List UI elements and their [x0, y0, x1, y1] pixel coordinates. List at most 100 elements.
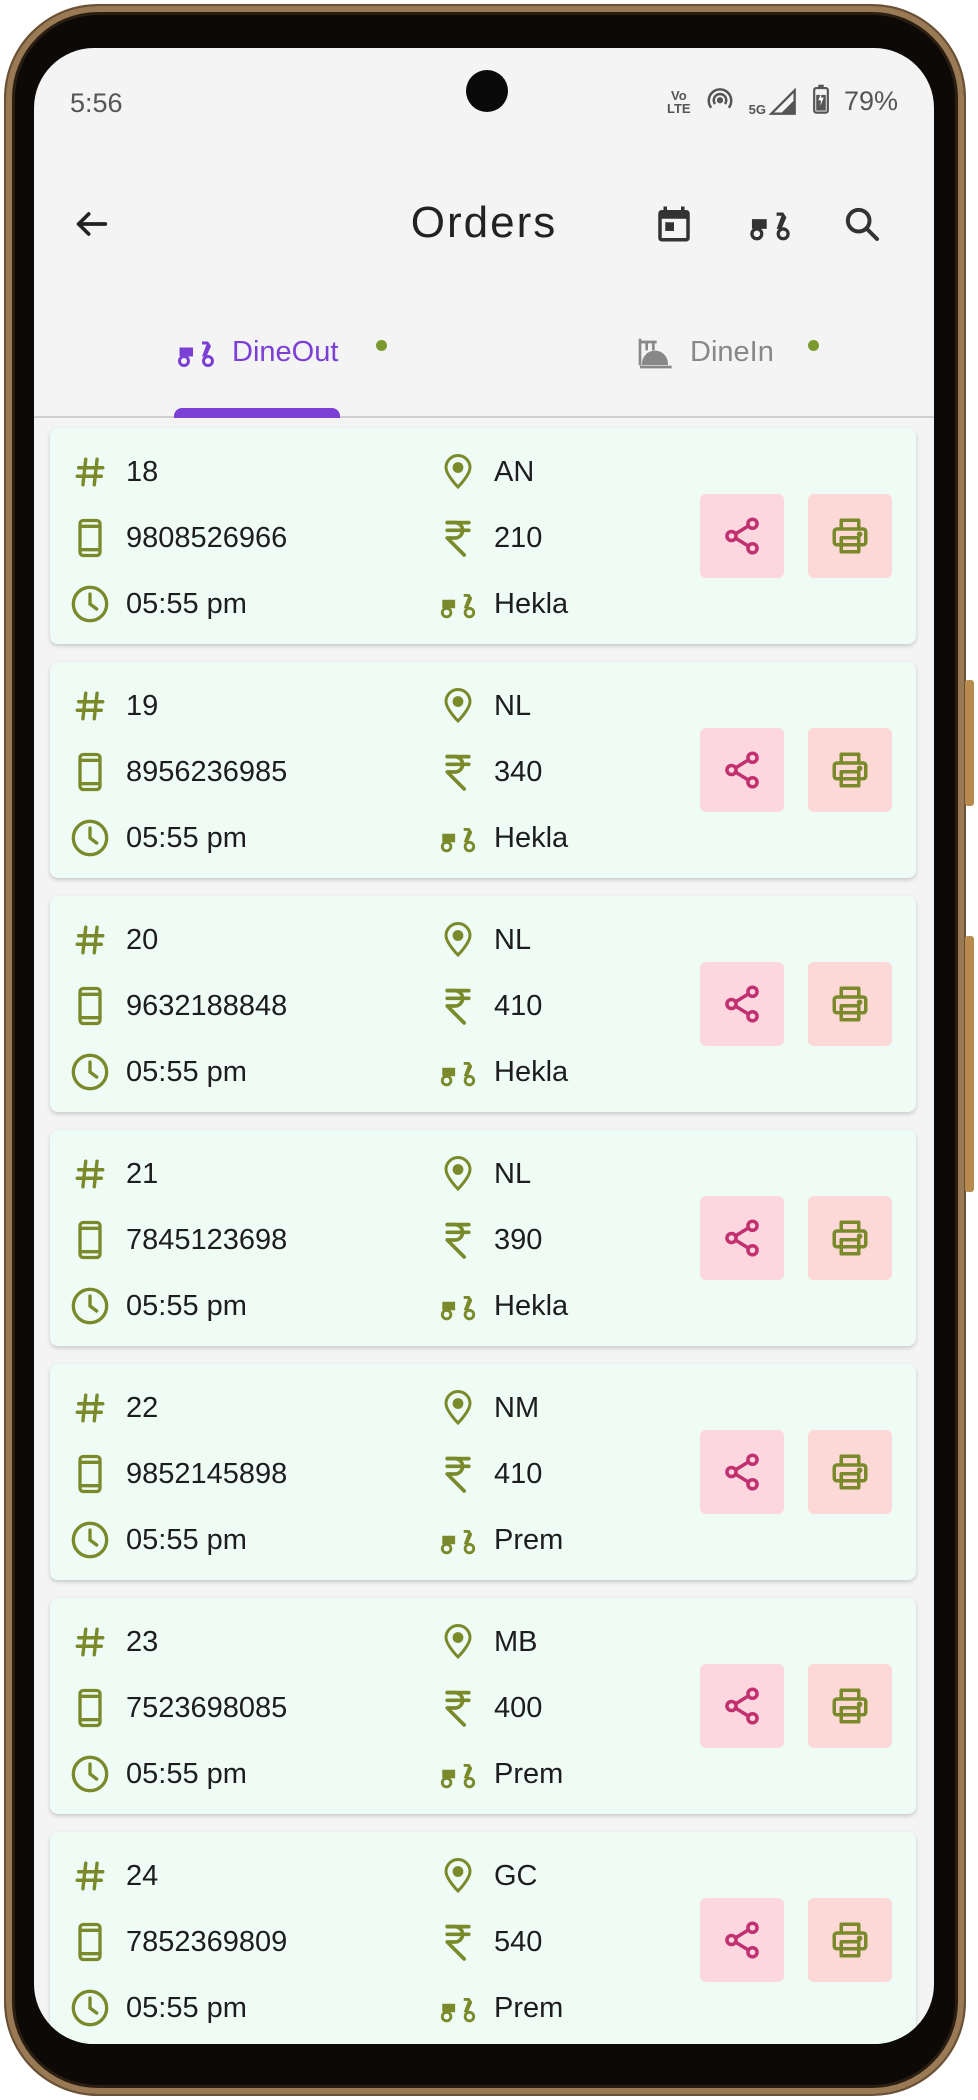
app-bar: Orders: [34, 158, 934, 290]
rupee-icon: [438, 1220, 478, 1260]
screen: 5:56 Vo LTE 5G 79% Orders DineOut DineIn…: [34, 48, 934, 2044]
amount-value: 410: [494, 989, 543, 1022]
order-card[interactable]: 21 7845123698 05:55 pm NL 390 Hekla: [50, 1130, 916, 1346]
order-number: 19: [70, 686, 158, 726]
mobile-icon: [70, 1922, 110, 1962]
share-button[interactable]: [700, 1430, 784, 1514]
location: NM: [438, 1388, 539, 1428]
printer-icon: [832, 1688, 868, 1724]
tab-dinein-label: DineIn: [690, 335, 774, 368]
clock-icon: [70, 818, 110, 858]
scooter-icon: [438, 1052, 478, 1092]
share-icon: [725, 1687, 759, 1725]
scooter-icon: [438, 1988, 478, 2028]
order-card[interactable]: 20 9632188848 05:55 pm NL 410 Hekla: [50, 896, 916, 1112]
order-card[interactable]: 22 9852145898 05:55 pm NM 410 Prem: [50, 1364, 916, 1580]
calendar-icon: [658, 206, 690, 242]
tab-dinein[interactable]: DineIn: [634, 288, 819, 416]
location: NL: [438, 686, 531, 726]
amount-value: 390: [494, 1223, 543, 1256]
hash-icon: [70, 1154, 110, 1194]
order-number-value: 23: [126, 1625, 159, 1658]
rupee-icon: [438, 1454, 478, 1494]
tab-dineout[interactable]: DineOut: [174, 288, 387, 416]
phone-value: 7523698085: [126, 1691, 288, 1724]
order-number: 20: [70, 920, 158, 960]
share-icon: [725, 517, 759, 555]
location-value: MB: [494, 1625, 538, 1658]
rider-value: Prem: [494, 1991, 564, 2024]
lte-label: LTE: [667, 100, 691, 116]
clock-icon: [70, 584, 110, 624]
time-value: 05:55 pm: [126, 1289, 247, 1322]
location-pin-icon: [438, 920, 478, 960]
phone: 9632188848: [70, 986, 287, 1026]
share-button[interactable]: [700, 728, 784, 812]
scooter-icon: [750, 212, 790, 241]
amount: 390: [438, 1220, 542, 1260]
location-value: NL: [494, 923, 532, 956]
volume-button: [965, 680, 974, 806]
print-button[interactable]: [808, 1430, 892, 1514]
share-button[interactable]: [700, 962, 784, 1046]
print-button[interactable]: [808, 962, 892, 1046]
phone: 8956236985: [70, 752, 287, 792]
amount-value: 400: [494, 1691, 543, 1724]
print-button[interactable]: [808, 494, 892, 578]
share-button[interactable]: [700, 1664, 784, 1748]
scooter-icon: [438, 1286, 478, 1326]
rider: Prem: [438, 1988, 563, 2028]
time-value: 05:55 pm: [126, 821, 247, 854]
delivery-filter-button[interactable]: [742, 196, 798, 252]
rider: Hekla: [438, 584, 568, 624]
phone-value: 7852369809: [126, 1925, 288, 1958]
volte-indicator: Vo LTE: [667, 89, 691, 115]
printer-icon: [832, 1454, 868, 1490]
order-number: 21: [70, 1154, 158, 1194]
mobile-icon: [70, 1220, 110, 1260]
rider: Hekla: [438, 818, 568, 858]
hash-icon: [70, 686, 110, 726]
order-number-value: 21: [126, 1157, 159, 1190]
amount: 340: [438, 752, 542, 792]
clock-icon: [70, 1988, 110, 2028]
page-title: Orders: [410, 198, 558, 247]
rupee-icon: [438, 752, 478, 792]
amount-value: 210: [494, 521, 543, 554]
location-value: NM: [494, 1391, 540, 1424]
rupee-icon: [438, 518, 478, 558]
print-button[interactable]: [808, 1196, 892, 1280]
location: NL: [438, 920, 531, 960]
share-icon: [725, 985, 759, 1023]
phone: 9852145898: [70, 1454, 287, 1494]
amount-value: 410: [494, 1457, 543, 1490]
hash-icon: [70, 920, 110, 960]
clock-icon: [70, 1052, 110, 1092]
share-button[interactable]: [700, 1196, 784, 1280]
order-number-value: 18: [126, 455, 159, 488]
amount: 210: [438, 518, 542, 558]
search-button[interactable]: [834, 196, 890, 252]
calendar-button[interactable]: [646, 196, 702, 252]
amount: 410: [438, 986, 542, 1026]
print-button[interactable]: [808, 1664, 892, 1748]
share-icon: [725, 751, 759, 789]
order-card[interactable]: 18 9808526966 05:55 pm AN 210 Hekla: [50, 428, 916, 644]
battery-icon: [812, 84, 830, 119]
location-pin-icon: [438, 686, 478, 726]
location-pin-icon: [438, 1388, 478, 1428]
location-value: GC: [494, 1859, 538, 1892]
mobile-icon: [70, 518, 110, 558]
order-card[interactable]: 19 8956236985 05:55 pm NL 340 Hekla: [50, 662, 916, 878]
rupee-icon: [438, 1688, 478, 1728]
share-button[interactable]: [700, 1898, 784, 1982]
order-card[interactable]: 24 7852369809 05:55 pm GC 540 Prem: [50, 1832, 916, 2044]
print-button[interactable]: [808, 1898, 892, 1982]
battery-percent: 79%: [843, 86, 898, 116]
share-button[interactable]: [700, 494, 784, 578]
status-bar: 5:56 Vo LTE 5G 79%: [34, 48, 934, 158]
location: NL: [438, 1154, 531, 1194]
print-button[interactable]: [808, 728, 892, 812]
scooter-icon: [438, 1520, 478, 1560]
order-card[interactable]: 23 7523698085 05:55 pm MB 400 Prem: [50, 1598, 916, 1814]
